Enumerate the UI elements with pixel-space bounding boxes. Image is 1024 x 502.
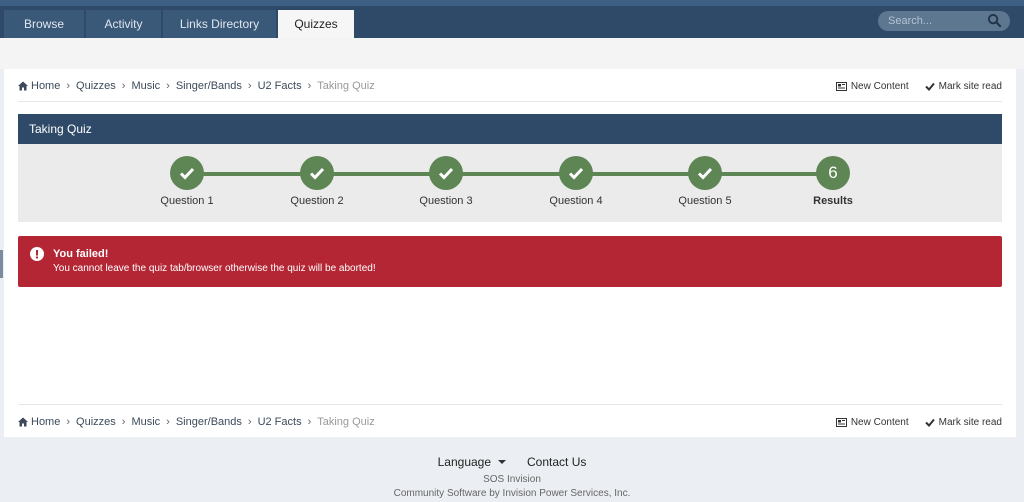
exclamation-circle-icon bbox=[30, 247, 44, 261]
step-question-2: Question 2 bbox=[257, 156, 377, 207]
chevron-right-icon: › bbox=[66, 416, 71, 428]
alert-title: You failed! bbox=[53, 248, 109, 260]
newspaper-icon bbox=[835, 417, 847, 427]
search-input[interactable]: Search... bbox=[878, 11, 1010, 31]
check-circle-icon bbox=[559, 156, 593, 190]
footer-copyright[interactable]: Community Software by Invision Power Ser… bbox=[0, 488, 1024, 499]
divider bbox=[18, 101, 1002, 102]
top-actions: New Content Mark site read bbox=[820, 79, 1002, 93]
chevron-right-icon: › bbox=[121, 416, 126, 428]
chevron-right-icon: › bbox=[66, 80, 71, 92]
footer: Language Contact Us SOS Invision Communi… bbox=[0, 437, 1024, 502]
breadcrumb-home-label: Home bbox=[31, 416, 61, 428]
chevron-right-icon: › bbox=[121, 80, 126, 92]
check-circle-icon bbox=[688, 156, 722, 190]
newspaper-icon bbox=[835, 81, 847, 91]
language-menu[interactable]: Language bbox=[438, 455, 513, 469]
panel-title: Taking Quiz bbox=[18, 114, 1002, 144]
step-label: Question 4 bbox=[549, 195, 603, 207]
new-content-link[interactable]: New Content bbox=[835, 416, 909, 428]
step-question-5: Question 5 bbox=[645, 156, 765, 207]
breadcrumb-u2-facts[interactable]: U2 Facts bbox=[258, 80, 302, 92]
nav-tabs: Browse Activity Links Directory Quizzes bbox=[4, 10, 356, 38]
new-content-label: New Content bbox=[850, 80, 909, 92]
step-question-4: Question 4 bbox=[516, 156, 636, 207]
step-label: Question 2 bbox=[290, 195, 344, 207]
search-placeholder: Search... bbox=[888, 15, 933, 27]
main-content: Home › Quizzes › Music › Singer/Bands › … bbox=[4, 69, 1016, 437]
home-icon bbox=[18, 81, 28, 91]
breadcrumb: Home › Quizzes › Music › Singer/Bands › … bbox=[18, 79, 375, 93]
breadcrumb-current: Taking Quiz bbox=[317, 80, 375, 92]
new-content-label: New Content bbox=[850, 416, 909, 428]
new-content-link[interactable]: New Content bbox=[835, 80, 909, 92]
step-label: Results bbox=[813, 195, 853, 207]
tab-activity[interactable]: Activity bbox=[86, 10, 161, 38]
chevron-right-icon: › bbox=[166, 80, 170, 92]
check-icon bbox=[924, 82, 935, 91]
breadcrumb-home-label: Home bbox=[31, 80, 61, 92]
home-icon bbox=[18, 417, 28, 427]
breadcrumb-current: Taking Quiz bbox=[317, 416, 375, 428]
breadcrumb-u2-facts[interactable]: U2 Facts bbox=[258, 416, 302, 428]
step-results: 6 Results bbox=[773, 156, 893, 207]
breadcrumb-music[interactable]: Music bbox=[131, 416, 160, 428]
footer-links: Language Contact Us bbox=[0, 455, 1024, 469]
step-number: 6 bbox=[816, 156, 850, 190]
step-label: Question 1 bbox=[160, 195, 214, 207]
contact-us-link[interactable]: Contact Us bbox=[527, 455, 586, 469]
breadcrumb-bottom: Home › Quizzes › Music › Singer/Bands › … bbox=[18, 415, 375, 429]
tab-quizzes[interactable]: Quizzes bbox=[278, 10, 354, 38]
breadcrumb-singer-bands[interactable]: Singer/Bands bbox=[176, 80, 242, 92]
progress-panel: Question 1 Question 2 Question 3 Questio… bbox=[18, 144, 1002, 222]
check-circle-icon bbox=[170, 156, 204, 190]
step-question-3: Question 3 bbox=[386, 156, 506, 207]
error-alert: You failed! You cannot leave the quiz ta… bbox=[18, 236, 1002, 287]
step-question-1: Question 1 bbox=[127, 156, 247, 207]
check-circle-icon bbox=[429, 156, 463, 190]
mark-read-link[interactable]: Mark site read bbox=[924, 416, 1002, 428]
chevron-right-icon: › bbox=[247, 416, 252, 428]
breadcrumb-home[interactable]: Home bbox=[18, 416, 60, 428]
step-label: Question 3 bbox=[419, 195, 473, 207]
breadcrumb-singer-bands[interactable]: Singer/Bands bbox=[176, 416, 242, 428]
step-label: Question 5 bbox=[678, 195, 732, 207]
breadcrumb-home[interactable]: Home bbox=[18, 80, 60, 92]
search-icon[interactable] bbox=[987, 13, 1002, 28]
mark-read-label: Mark site read bbox=[938, 416, 1002, 428]
alert-message: You cannot leave the quiz tab/browser ot… bbox=[53, 263, 376, 274]
chevron-right-icon: › bbox=[247, 80, 252, 92]
top-nav-bar: Browse Activity Links Directory Quizzes … bbox=[0, 0, 1024, 38]
chevron-right-icon: › bbox=[166, 416, 170, 428]
mark-read-label: Mark site read bbox=[938, 80, 1002, 92]
breadcrumb-music[interactable]: Music bbox=[131, 80, 160, 92]
bottom-actions: New Content Mark site read bbox=[820, 415, 1002, 429]
chevron-right-icon: › bbox=[307, 416, 312, 428]
side-marker bbox=[0, 250, 3, 278]
breadcrumb-quizzes[interactable]: Quizzes bbox=[76, 416, 116, 428]
breadcrumb-quizzes[interactable]: Quizzes bbox=[76, 80, 116, 92]
check-icon bbox=[924, 418, 935, 427]
chevron-right-icon: › bbox=[307, 80, 312, 92]
footer-site-name: SOS Invision bbox=[483, 474, 541, 485]
check-circle-icon bbox=[300, 156, 334, 190]
caret-down-icon bbox=[498, 460, 507, 464]
divider bbox=[18, 404, 1002, 405]
tab-links-directory[interactable]: Links Directory bbox=[163, 10, 276, 38]
mark-read-link[interactable]: Mark site read bbox=[924, 80, 1002, 92]
tab-browse[interactable]: Browse bbox=[4, 10, 84, 38]
sub-nav-bar bbox=[0, 38, 1024, 69]
language-label: Language bbox=[437, 455, 492, 469]
